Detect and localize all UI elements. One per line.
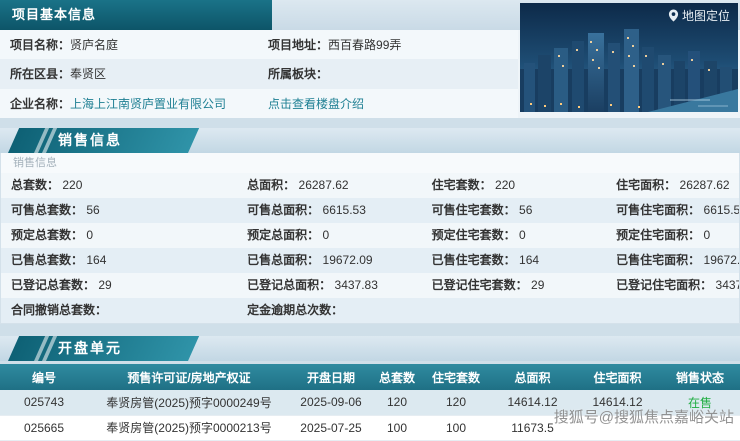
sales-field-value: 220 [495,178,516,192]
sales-field-label: 已售总套数： [11,253,84,267]
sales-field-label: 定金逾期总次数： [247,303,344,317]
sales-field-label: 可售住宅套数： [431,203,516,217]
district-value: 奉贤区 [70,67,107,82]
sales-field-value: 29 [531,278,545,292]
map-locate-link[interactable]: 地图定位 [668,7,730,24]
table-cell-residential-units: 100 [422,415,490,441]
table-cell-total-units: 100 [372,415,422,441]
column-header-residential-area: 住宅面积 [575,364,660,390]
sales-field-value: 26287.62 [679,178,730,192]
sales-field-label: 总面积： [247,178,296,192]
table-cell-id: 025743 [0,390,88,416]
sector-label: 所属板块： [268,67,329,82]
sales-field-label: 已登记住宅面积： [616,278,713,292]
sales-field-value: 19672.09 [703,253,739,267]
sales-field-value: 164 [86,253,107,267]
sales-row: 可售总套数： 56 可售总面积： 6615.53 可售住宅套数： 56 可售住宅… [1,198,739,223]
sales-field-label: 已售住宅套数： [431,253,516,267]
sales-field-label: 总套数： [11,178,60,192]
sales-row: 总套数： 220 总面积： 26287.62 住宅套数： 220 住宅面积： 2… [1,173,739,198]
district-label: 所在区县： [10,67,71,82]
project-info-page: 项目基本信息 地图定位 项目名称： 贤庐名庭 项目地址： 西百春路99弄 所在区… [0,0,740,441]
basic-info-fields: 项目名称： 贤庐名庭 项目地址： 西百春路99弄 所在区县： 奉贤区 所属板块： [0,30,518,118]
column-header-license: 预售许可证/房地产权证 [88,364,290,390]
sales-row: 预定总套数： 0 预定总面积： 0 预定住宅套数： 0 预定住宅面积： 0 [1,223,739,248]
project-address-value: 西百春路99弄 [328,38,402,53]
column-header-total-area: 总面积 [490,364,575,390]
basic-info-section: 项目基本信息 地图定位 项目名称： 贤庐名庭 项目地址： 西百春路99弄 所在区… [0,0,740,118]
table-cell-license: 奉贤房管(2025)预字0000249号 [88,390,290,416]
sales-banner-title: 销售信息 [58,132,122,148]
company-label: 企业名称： [10,96,71,111]
sales-field-value: 0 [703,228,711,242]
sales-field-value: 56 [519,203,533,217]
sales-sub-label: 销售信息 [13,157,57,169]
table-cell-open-date: 2025-09-06 [290,390,372,416]
sales-field-label: 可售住宅面积： [616,203,701,217]
project-name-label: 项目名称： [10,38,71,53]
sales-row: 已售总套数： 164 已售总面积： 19672.09 已售住宅套数： 164 已… [1,248,739,273]
field-row: 所在区县： 奉贤区 所属板块： [0,59,518,89]
sales-field-label: 已售总面积： [247,253,320,267]
sales-field-label: 已登记总套数： [11,278,96,292]
table-cell-total-units: 120 [372,390,422,416]
sales-field-value: 6615.53 [322,203,366,217]
column-header-residential-units: 住宅套数 [422,364,490,390]
column-header-sales-status: 销售状态 [660,364,740,390]
sales-row: 合同撤销总套数： 定金逾期总次数： [1,298,739,323]
field-row: 项目名称： 贤庐名庭 项目地址： 西百春路99弄 [0,30,518,60]
sales-field-label: 预定住宅面积： [616,228,701,242]
sales-field-value: 56 [86,203,100,217]
table-cell-license: 奉贤房管(2025)预字0000213号 [88,415,290,441]
table-cell-open-date: 2025-07-25 [290,415,372,441]
sales-field-value: 220 [62,178,83,192]
sales-field-label: 已登记住宅套数： [431,278,528,292]
sales-field-label: 已登记总面积： [247,278,332,292]
sales-field-label: 已售住宅面积： [616,253,701,267]
page-title: 项目基本信息 [0,0,272,30]
project-name-value: 贤庐名庭 [70,38,119,53]
sales-field-value: 3437.83 [715,278,739,292]
field-row: 企业名称： 上海上江南贤庐置业有限公司 点击查看楼盘介绍 [0,88,518,118]
sales-panel: 销售信息 总套数： 220 总面积： 26287.62 住宅套数： 220 住宅… [0,153,740,324]
sales-field-value: 0 [86,228,94,242]
sales-field-value: 29 [98,278,112,292]
sales-banner: 销售信息 [0,128,740,153]
table-header-row: 编号 预售许可证/房地产权证 开盘日期 总套数 住宅套数 总面积 住宅面积 销售… [0,364,740,390]
sales-field-value: 0 [519,228,526,242]
sales-field-value: 164 [519,253,540,267]
opening-units-table: 编号 预售许可证/房地产权证 开盘日期 总套数 住宅套数 总面积 住宅面积 销售… [0,364,740,441]
sales-field-label: 预定总套数： [11,228,84,242]
column-header-open-date: 开盘日期 [290,364,372,390]
sales-field-label: 预定总面积： [247,228,320,242]
table-cell-id: 025665 [0,415,88,441]
sales-field-label: 可售总面积： [247,203,320,217]
column-header-id: 编号 [0,364,88,390]
map-pin-icon [668,9,679,22]
sales-field-label: 可售总套数： [11,203,84,217]
project-address-label: 项目地址： [268,38,329,53]
sales-row: 已登记总套数： 29 已登记总面积： 3437.83 已登记住宅套数： 29 已… [1,273,739,298]
opening-banner: 开盘单元 [0,336,740,361]
column-header-total-units: 总套数 [372,364,422,390]
map-locate-label: 地图定位 [681,9,730,23]
opening-banner-title: 开盘单元 [58,340,122,356]
sales-field-value: 6615.53 [703,203,739,217]
sales-field-value: 26287.62 [298,178,349,192]
table-cell-residential-units: 120 [422,390,490,416]
sales-field-label: 预定住宅套数： [431,228,516,242]
property-intro-link[interactable]: 点击查看楼盘介绍 [268,95,364,112]
sales-field-value: 3437.83 [334,278,378,292]
sales-grid: 总套数： 220 总面积： 26287.62 住宅套数： 220 住宅面积： 2… [1,173,739,323]
sales-field-label: 合同撤销总套数： [11,303,108,317]
sales-field-label: 住宅套数： [431,178,492,192]
sales-field-label: 住宅面积： [616,178,677,192]
sales-field-value: 0 [322,228,330,242]
watermark: 搜狐号@搜狐焦点嘉峪关站 [553,409,734,426]
sales-field-value: 19672.09 [322,253,373,267]
company-link[interactable]: 上海上江南贤庐置业有限公司 [70,95,226,112]
